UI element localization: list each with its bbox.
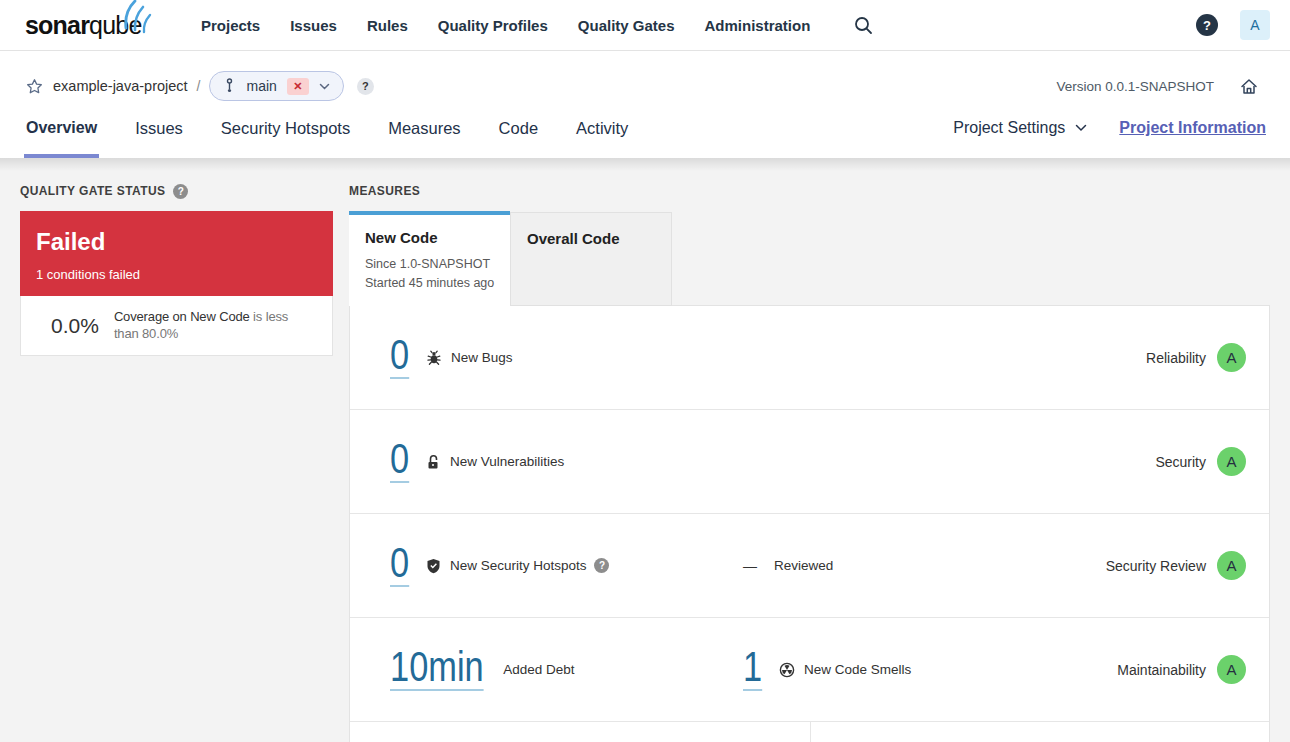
breadcrumb-project-link[interactable]: example-java-project [53, 78, 188, 94]
new-security-hotspots-label: New Security Hotspots [450, 558, 587, 573]
duplications-cell [811, 722, 1269, 742]
branch-icon [223, 78, 236, 94]
chevron-down-icon [1075, 124, 1087, 132]
sonarqube-logo[interactable]: sonarqube [25, 11, 201, 40]
project-tabs: Overview Issues Security Hotspots Measur… [24, 119, 630, 158]
project-header: example-java-project / main ✕ ? Version … [0, 51, 1290, 158]
overview-content: QUALITY GATE STATUS ? Failed 1 condition… [0, 158, 1290, 742]
branch-help-icon[interactable]: ? [357, 78, 374, 95]
tab-new-code[interactable]: New Code Since 1.0-SNAPSHOT Started 45 m… [349, 211, 510, 306]
tab-overview[interactable]: Overview [24, 119, 99, 158]
new-vulnerabilities-label: New Vulnerabilities [450, 454, 564, 469]
tab-activity[interactable]: Activity [574, 119, 630, 158]
measure-row-bugs: 0 New Bugs Reliability A [350, 306, 1269, 410]
quality-gate-section-title: QUALITY GATE STATUS ? [20, 185, 333, 197]
tab-measures[interactable]: Measures [386, 119, 462, 158]
new-code-smells-count-link[interactable]: 1 [743, 648, 762, 691]
added-debt-link[interactable]: 10min [390, 648, 484, 691]
reviewed-value: — [743, 558, 757, 574]
maintainability-label: Maintainability [1117, 662, 1206, 678]
branch-name: main [246, 78, 276, 94]
quality-gate-help-icon[interactable]: ? [173, 184, 188, 199]
quality-gate-card: Failed 1 conditions failed 0.0% Coverage… [20, 211, 333, 356]
nav-item-administration[interactable]: Administration [705, 17, 811, 34]
security-review-rating-badge[interactable]: A [1217, 551, 1246, 580]
home-icon[interactable] [1240, 78, 1258, 95]
measures-section-title: MEASURES [349, 185, 1270, 197]
logo-swoosh-icon [123, 0, 153, 36]
search-button[interactable] [854, 16, 873, 35]
top-navigation: sonarqube Projects Issues Rules Quality … [0, 0, 1290, 51]
measure-row-vulnerabilities: 0 New Vulnerabilities Security A [350, 410, 1269, 514]
breadcrumb-separator: / [197, 78, 201, 94]
reliability-rating-badge[interactable]: A [1217, 343, 1246, 372]
security-label: Security [1155, 454, 1206, 470]
branch-selector[interactable]: main ✕ [209, 71, 343, 101]
new-security-hotspots-count-link[interactable]: 0 [390, 544, 409, 587]
nav-item-quality-gates[interactable]: Quality Gates [578, 17, 675, 34]
shield-icon [426, 558, 441, 574]
search-icon [854, 16, 873, 35]
branch-failed-badge: ✕ [287, 78, 309, 95]
code-smell-icon [779, 662, 795, 678]
hotspots-help-icon[interactable]: ? [594, 558, 609, 573]
quality-gate-conditions-summary: 1 conditions failed [36, 267, 317, 282]
condition-description: Coverage on New Code is less than 80.0% [114, 309, 316, 342]
chevron-down-icon [319, 83, 330, 90]
condition-value: 0.0% [51, 314, 99, 338]
nav-item-quality-profiles[interactable]: Quality Profiles [438, 17, 548, 34]
help-icon[interactable]: ? [1196, 14, 1218, 36]
tab-security-hotspots[interactable]: Security Hotspots [219, 119, 352, 158]
breadcrumb: example-java-project / main ✕ ? Version … [26, 71, 1266, 101]
new-code-smells-label: New Code Smells [804, 662, 911, 677]
measure-row-maintainability: 10min Added Debt 1 New Code Smells [350, 618, 1269, 722]
lock-open-icon [426, 454, 441, 470]
measures-panel: 0 New Bugs Reliability A [349, 305, 1270, 742]
nav-menu: Projects Issues Rules Quality Profiles Q… [201, 17, 810, 34]
coverage-cell [350, 722, 811, 742]
measures-tabs: New Code Since 1.0-SNAPSHOT Started 45 m… [349, 211, 1270, 306]
reviewed-label: Reviewed [774, 558, 833, 573]
tab-issues[interactable]: Issues [133, 119, 185, 158]
project-information-link[interactable]: Project Information [1119, 119, 1266, 137]
nav-item-projects[interactable]: Projects [201, 17, 260, 34]
security-review-label: Security Review [1106, 558, 1206, 574]
security-rating-badge[interactable]: A [1217, 447, 1246, 476]
project-version: Version 0.0.1-SNAPSHOT [1056, 79, 1214, 94]
added-debt-label: Added Debt [503, 662, 574, 677]
bug-icon [426, 350, 442, 366]
tab-overall-code[interactable]: Overall Code [510, 212, 672, 306]
quality-gate-condition-row[interactable]: 0.0% Coverage on New Code is less than 8… [20, 296, 333, 356]
new-bugs-label: New Bugs [451, 350, 513, 365]
measure-row-coverage-duplications [350, 722, 1269, 742]
measure-row-hotspots: 0 New Security Hotspots ? — Reviewed [350, 514, 1269, 618]
tab-code[interactable]: Code [497, 119, 540, 158]
new-bugs-count-link[interactable]: 0 [390, 336, 409, 379]
maintainability-rating-badge[interactable]: A [1217, 655, 1246, 684]
quality-gate-status-text: Failed [36, 228, 317, 256]
nav-item-rules[interactable]: Rules [367, 17, 408, 34]
avatar[interactable]: A [1240, 10, 1270, 40]
nav-item-issues[interactable]: Issues [290, 17, 337, 34]
new-vulnerabilities-count-link[interactable]: 0 [390, 440, 409, 483]
new-code-started: Started 45 minutes ago [365, 274, 502, 293]
reliability-label: Reliability [1146, 350, 1206, 366]
new-code-since: Since 1.0-SNAPSHOT [365, 255, 502, 274]
favorite-star-icon[interactable] [26, 78, 43, 95]
project-settings-menu[interactable]: Project Settings [953, 119, 1087, 137]
quality-gate-status-failed: Failed 1 conditions failed [20, 211, 333, 296]
